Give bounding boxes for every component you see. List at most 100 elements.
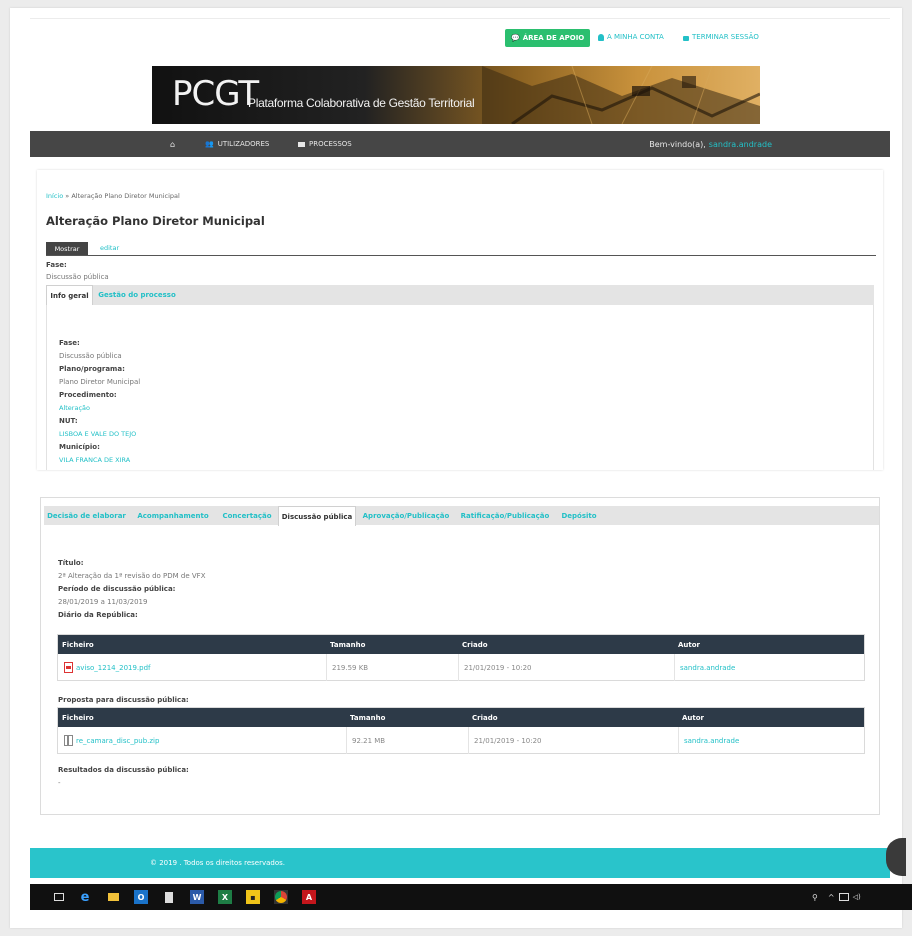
minha-conta-link[interactable]: A MINHA CONTA xyxy=(598,33,664,41)
col-criado: Criado xyxy=(462,640,488,649)
zip-file-icon xyxy=(64,735,73,746)
col-autor: Autor xyxy=(678,640,701,649)
home-link[interactable]: ⌂ xyxy=(170,131,175,157)
ig-nut-link[interactable]: LISBOA E VALE DO TEJO xyxy=(59,430,136,438)
titulo-value: 2ª Alteração da 1ª revisão do PDM de VFX xyxy=(58,572,206,580)
tab-discussao-publica[interactable]: Discussão pública xyxy=(278,506,356,526)
ig-procedimento-link[interactable]: Alteração xyxy=(59,404,90,412)
file-size: 219.59 KB xyxy=(332,663,369,672)
breadcrumb: Início » Alteração Plano Diretor Municip… xyxy=(46,192,180,200)
col-tamanho: Tamanho xyxy=(350,713,386,722)
breadcrumb-home-link[interactable]: Início xyxy=(46,192,63,200)
col-tamanho: Tamanho xyxy=(330,640,366,649)
phase-tabs: Decisão de elaborar Acompanhamento Conce… xyxy=(44,506,879,526)
table-header: Ficheiro Tamanho Criado Autor xyxy=(58,708,864,727)
tab-concertacao[interactable]: Concertação xyxy=(217,506,277,526)
header-banner: PCGT Plataforma Colaborativa de Gestão T… xyxy=(152,66,760,124)
breadcrumb-separator: » xyxy=(65,192,70,200)
terminar-sessao-link[interactable]: TERMINAR SESSÃO xyxy=(683,33,759,41)
banner-subtitle: Plataforma Colaborativa de Gestão Territ… xyxy=(248,96,475,110)
chat-icon: 💬 xyxy=(511,34,520,42)
proposta-label: Proposta para discussão pública: xyxy=(58,696,189,704)
page-title: Alteração Plano Diretor Municipal xyxy=(46,214,265,228)
breadcrumb-current: Alteração Plano Diretor Municipal xyxy=(71,192,180,200)
tab-ratificacao-publicacao[interactable]: Ratificação/Publicação xyxy=(456,506,554,526)
network-icon[interactable] xyxy=(838,893,849,901)
tab-acompanhamento[interactable]: Acompanhamento xyxy=(132,506,214,526)
file-explorer-icon[interactable] xyxy=(106,890,120,904)
col-divider xyxy=(458,654,459,681)
col-autor: Autor xyxy=(682,713,705,722)
word-icon[interactable]: W xyxy=(190,890,204,904)
file-link[interactable]: aviso_1214_2019.pdf xyxy=(76,664,151,672)
site-footer: © 2019 . Todos os direitos reservados. xyxy=(30,848,890,878)
welcome-user-link[interactable]: sandra.andrade xyxy=(709,140,772,149)
periodo-label: Período de discussão pública: xyxy=(58,585,176,593)
ig-plano-value: Plano Diretor Municipal xyxy=(59,378,141,386)
edge-icon[interactable]: e xyxy=(78,890,92,905)
tab-editar[interactable]: editar xyxy=(100,244,119,252)
ig-nut-label: NUT: xyxy=(59,417,78,425)
apoio-label: ÁREA DE APOIO xyxy=(522,34,585,42)
file-author-link[interactable]: sandra.andrade xyxy=(680,654,735,681)
apoio-button[interactable]: 💬 ÁREA DE APOIO xyxy=(505,29,591,47)
fase-value: Discussão pública xyxy=(46,273,109,281)
main-navbar: ⌂ 👥 UTILIZADORES PROCESSOS Bem-vindo(a),… xyxy=(30,131,890,157)
chat-widget-button[interactable] xyxy=(886,838,906,876)
sticky-notes-icon[interactable]: ▪ xyxy=(246,890,260,904)
copyright-text: © 2019 . Todos os direitos reservados. xyxy=(150,859,285,867)
tab-gestao-processo[interactable]: Gestão do processo xyxy=(93,285,181,305)
diario-label: Diário da República: xyxy=(58,611,138,619)
col-divider xyxy=(678,727,679,754)
tab-deposito[interactable]: Depósito xyxy=(555,506,603,526)
nav-processos-label: PROCESSOS xyxy=(309,140,352,148)
nav-utilizadores-label: UTILIZADORES xyxy=(217,140,270,148)
pdf-file-icon xyxy=(64,662,73,673)
table-row: aviso_1214_2019.pdf xyxy=(64,654,151,681)
info-geral-panel: Fase: Discussão pública Plano/programa: … xyxy=(46,305,874,470)
tab-aprovacao-publicacao[interactable]: Aprovação/Publicação xyxy=(358,506,454,526)
table-header: Ficheiro Tamanho Criado Autor xyxy=(58,635,864,654)
ig-municipio-label: Município: xyxy=(59,443,100,451)
file-size: 92.21 MB xyxy=(352,736,386,745)
table-row: re_camara_disc_pub.zip xyxy=(64,727,159,754)
ig-plano-label: Plano/programa: xyxy=(59,365,125,373)
chrome-icon[interactable] xyxy=(274,890,288,904)
chevron-up-icon[interactable]: ^ xyxy=(828,893,835,902)
acrobat-icon[interactable]: A xyxy=(302,890,316,904)
col-ficheiro: Ficheiro xyxy=(62,713,94,722)
windows-taskbar: e O W X ▪ A ⚲ ^ ◁) xyxy=(30,884,912,910)
lock-icon xyxy=(683,35,689,41)
person-icon[interactable]: ⚲ xyxy=(812,893,818,902)
task-view-icon[interactable] xyxy=(52,890,66,904)
ig-fase-label: Fase: xyxy=(59,339,80,347)
file-author-link[interactable]: sandra.andrade xyxy=(684,727,739,754)
phases-card: Decisão de elaborar Acompanhamento Conce… xyxy=(40,497,880,815)
banner-logo: PCGT xyxy=(172,74,259,114)
file-link[interactable]: re_camara_disc_pub.zip xyxy=(76,737,159,745)
volume-icon[interactable]: ◁) xyxy=(853,893,861,901)
users-icon: 👥 xyxy=(205,140,214,148)
col-ficheiro: Ficheiro xyxy=(62,640,94,649)
tab-decisao-elaborar[interactable]: Decisão de elaborar xyxy=(44,506,129,526)
ig-fase-value: Discussão pública xyxy=(59,352,122,360)
diario-files-table: Ficheiro Tamanho Criado Autor aviso_1214… xyxy=(57,634,865,681)
periodo-value: 28/01/2019 a 11/03/2019 xyxy=(58,598,148,606)
file-created: 21/01/2019 - 10:20 xyxy=(464,663,532,672)
nav-utilizadores[interactable]: 👥 UTILIZADORES xyxy=(205,131,269,157)
excel-icon[interactable]: X xyxy=(218,890,232,904)
nav-processos[interactable]: PROCESSOS xyxy=(298,131,352,157)
main-tabs: Info geral Gestão do processo xyxy=(46,285,874,305)
fase-label: Fase: xyxy=(46,261,67,269)
top-divider xyxy=(30,18,890,19)
col-divider xyxy=(468,727,469,754)
calculator-icon[interactable] xyxy=(162,890,176,904)
col-divider xyxy=(326,654,327,681)
tab-info-geral[interactable]: Info geral xyxy=(46,285,93,305)
ig-municipio-link[interactable]: VILA FRANCA DE XIRA xyxy=(59,456,130,464)
tab-mostrar[interactable]: Mostrar xyxy=(46,242,88,255)
process-card: Início » Alteração Plano Diretor Municip… xyxy=(37,170,883,470)
outlook-icon[interactable]: O xyxy=(134,890,148,904)
col-divider xyxy=(674,654,675,681)
welcome-label: Bem-vindo(a), xyxy=(649,139,706,149)
